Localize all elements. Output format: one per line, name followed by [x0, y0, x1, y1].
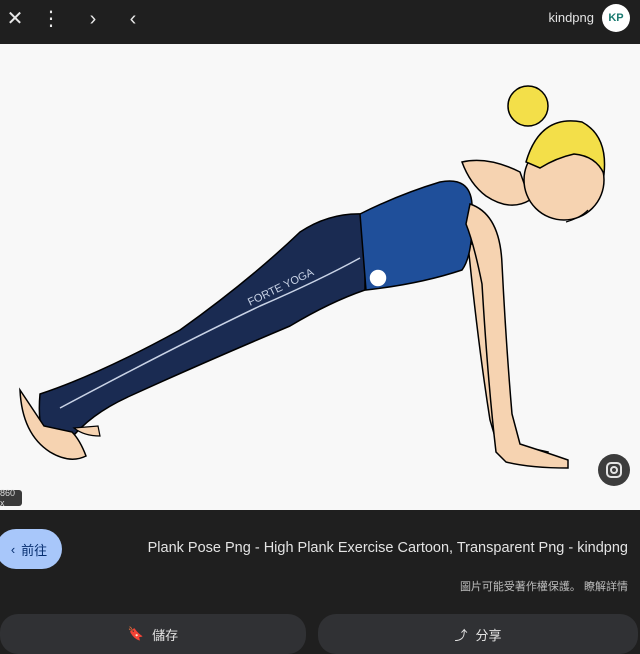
chevron-right-icon[interactable]: ›	[78, 4, 108, 34]
result-title[interactable]: Plank Pose Png - High Plank Exercise Car…	[98, 540, 628, 556]
save-label: 儲存	[152, 627, 179, 643]
chevron-left-icon: ‹	[10, 541, 16, 557]
image-size-badge: 860 x	[0, 488, 22, 508]
copyright-notice[interactable]: 圖片可能受著作權保護。 瞭解詳情	[460, 578, 628, 594]
site-name[interactable]: kindpng	[548, 10, 594, 25]
save-button[interactable]: 🔖 儲存	[0, 614, 306, 654]
share-button[interactable]: ⤴ 分享	[318, 614, 638, 654]
top-bar: ✕ ⋮ › ‹ kindpng KP	[0, 0, 640, 44]
visit-button[interactable]: ‹ 前往	[0, 529, 62, 569]
site-logo[interactable]: KP	[602, 4, 630, 32]
more-vert-icon[interactable]: ⋮	[36, 4, 66, 34]
plank-pose-illustration: FORTE YOGA	[19, 85, 606, 469]
visit-label: 前往	[21, 542, 48, 558]
share-icon: ⤴	[454, 627, 468, 643]
result-image[interactable]: FORTE YOGA	[0, 44, 640, 510]
lens-icon	[606, 462, 622, 478]
close-icon[interactable]: ✕	[0, 4, 30, 34]
chevron-left-icon[interactable]: ‹	[118, 4, 148, 34]
share-label: 分享	[475, 627, 502, 643]
lens-search-button[interactable]	[598, 454, 630, 486]
